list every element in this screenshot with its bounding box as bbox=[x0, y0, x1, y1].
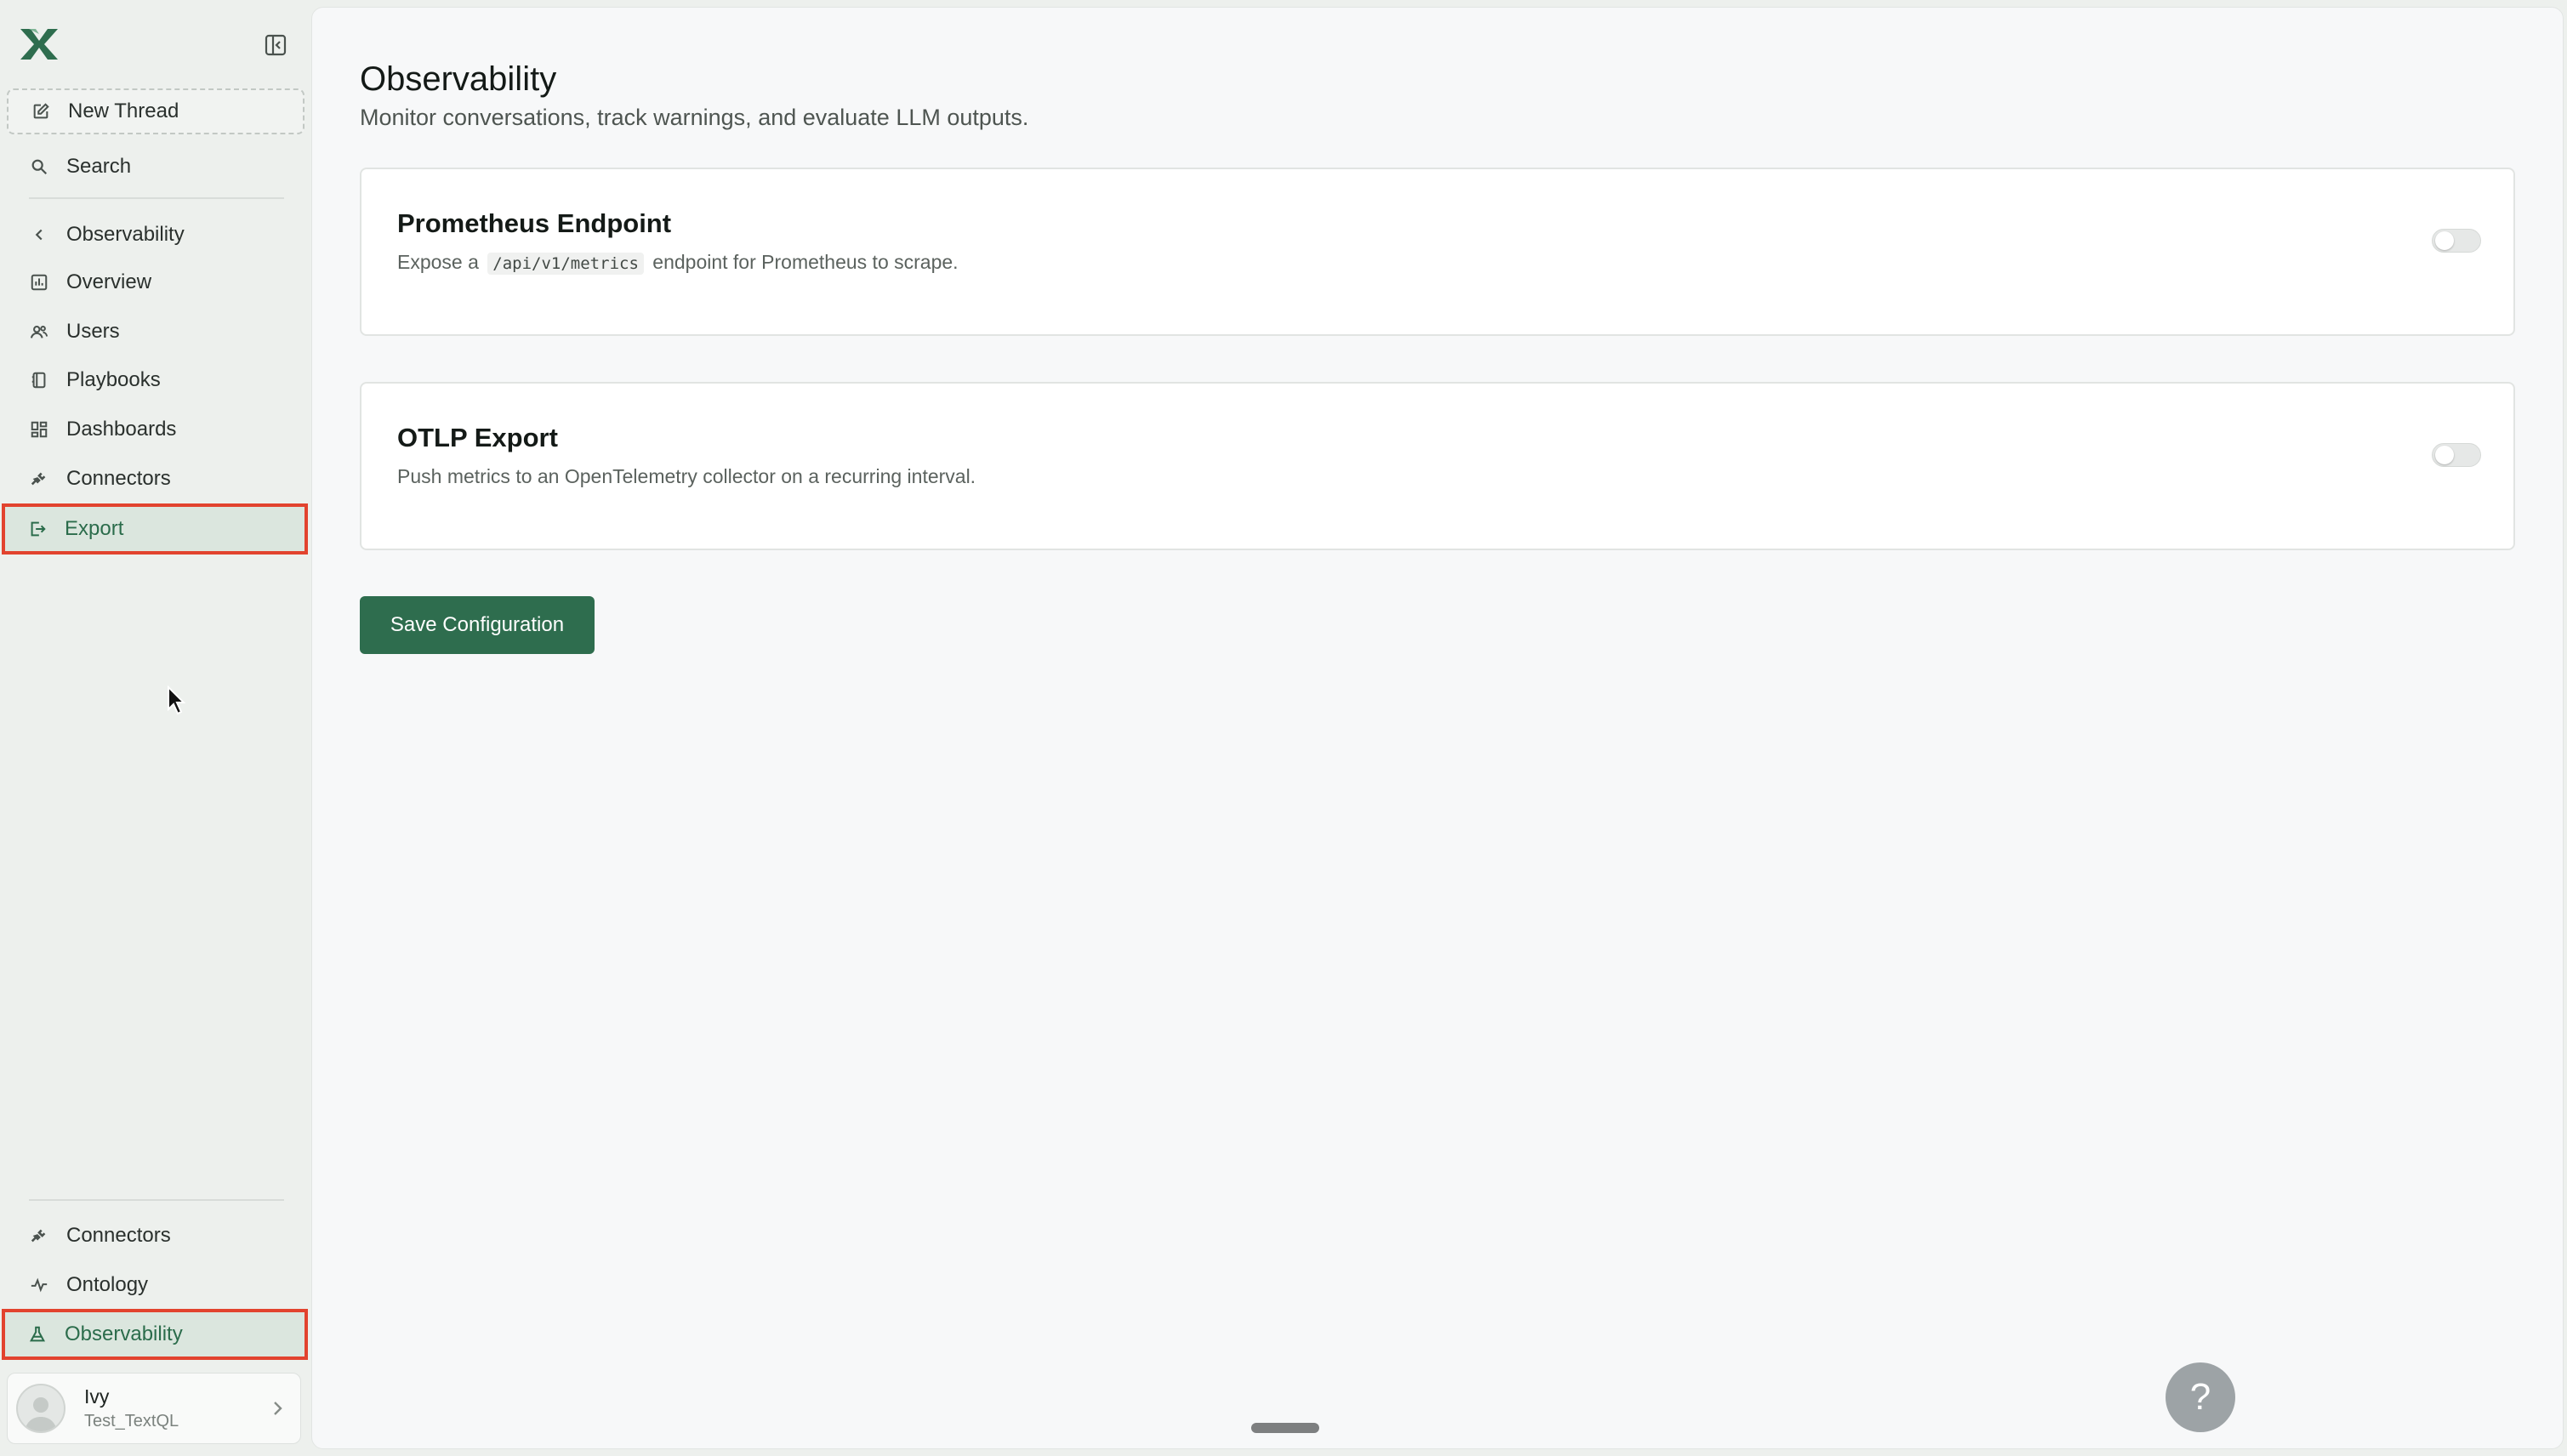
sidebar-collapse-icon[interactable] bbox=[260, 31, 291, 60]
users-icon bbox=[29, 321, 49, 342]
app-window: New Thread Search Observability Overview bbox=[0, 0, 2567, 1456]
sidebar-item-label: Observability bbox=[65, 1322, 183, 1345]
grid-icon bbox=[29, 419, 49, 440]
sidebar-item-label: Ontology bbox=[66, 1273, 149, 1296]
sidebar-item-dashboards[interactable]: Dashboards bbox=[7, 407, 305, 452]
sidebar-item-export[interactable]: Export bbox=[2, 503, 308, 555]
sidebar-item-label: Playbooks bbox=[66, 368, 161, 391]
toggle-knob bbox=[2435, 231, 2454, 250]
desc-prefix: Expose a bbox=[397, 251, 479, 273]
flask-icon bbox=[27, 1324, 48, 1345]
resize-handle[interactable] bbox=[1251, 1423, 1319, 1433]
search-label: Search bbox=[66, 155, 132, 178]
page-subtitle: Monitor conversations, track warnings, a… bbox=[360, 105, 1029, 130]
search-button[interactable]: Search bbox=[7, 145, 305, 189]
plug-icon bbox=[29, 1226, 49, 1246]
prometheus-endpoint-card: Prometheus Endpoint Expose a /api/v1/met… bbox=[360, 168, 2515, 336]
card-title: OTLP Export bbox=[397, 423, 558, 452]
save-configuration-button[interactable]: Save Configuration bbox=[360, 596, 595, 654]
otlp-export-card: OTLP Export Push metrics to an OpenTelem… bbox=[360, 382, 2515, 550]
sidebar-item-label: Users bbox=[66, 320, 120, 343]
sidebar-divider bbox=[29, 1199, 284, 1201]
user-org: Test_TextQL bbox=[84, 1412, 179, 1430]
sidebar-item-playbooks[interactable]: Playbooks bbox=[7, 358, 305, 402]
search-icon bbox=[29, 156, 49, 177]
sidebar-item-label: Export bbox=[65, 517, 124, 540]
sidebar-bottom-ontology[interactable]: Ontology bbox=[7, 1263, 305, 1307]
plug-icon bbox=[29, 469, 49, 489]
sidebar-bottom-observability[interactable]: Observability bbox=[2, 1309, 308, 1360]
sidebar-item-overview[interactable]: Overview bbox=[7, 260, 305, 304]
sidebar-item-label: Overview bbox=[66, 270, 152, 293]
mouse-cursor-icon bbox=[167, 685, 187, 716]
sidebar-item-users[interactable]: Users bbox=[7, 310, 305, 354]
export-icon bbox=[27, 519, 48, 539]
back-label: Observability bbox=[66, 223, 185, 246]
chart-bar-icon bbox=[29, 272, 49, 293]
otlp-toggle[interactable] bbox=[2432, 443, 2481, 467]
main-panel: Observability Monitor conversations, tra… bbox=[311, 7, 2564, 1449]
card-title: Prometheus Endpoint bbox=[397, 208, 672, 238]
edit-icon bbox=[31, 101, 51, 122]
endpoint-path-code: /api/v1/metrics bbox=[487, 253, 644, 275]
prometheus-toggle[interactable] bbox=[2432, 229, 2481, 253]
sidebar-item-label: Dashboards bbox=[66, 418, 177, 441]
help-button[interactable]: ? bbox=[2166, 1362, 2235, 1432]
card-description: Expose a /api/v1/metrics endpoint for Pr… bbox=[397, 251, 959, 275]
sidebar-item-label: Connectors bbox=[66, 467, 171, 490]
chevron-left-icon bbox=[29, 225, 49, 245]
user-name: Ivy bbox=[84, 1385, 110, 1408]
book-icon bbox=[29, 370, 49, 390]
sidebar-bottom-connectors[interactable]: Connectors bbox=[7, 1214, 305, 1258]
sidebar-divider bbox=[29, 197, 284, 199]
toggle-knob bbox=[2435, 446, 2454, 464]
avatar bbox=[16, 1384, 65, 1433]
page-title: Observability bbox=[360, 60, 557, 98]
back-to-observability[interactable]: Observability bbox=[7, 213, 305, 257]
ontology-icon bbox=[29, 1275, 49, 1295]
new-thread-label: New Thread bbox=[68, 100, 179, 122]
desc-suffix: endpoint for Prometheus to scrape. bbox=[652, 251, 959, 273]
card-description: Push metrics to an OpenTelemetry collect… bbox=[397, 465, 976, 487]
logo-icon[interactable] bbox=[17, 26, 61, 63]
sidebar-item-connectors[interactable]: Connectors bbox=[7, 457, 305, 501]
user-menu[interactable]: Ivy Test_TextQL bbox=[7, 1373, 301, 1444]
new-thread-button[interactable]: New Thread bbox=[7, 88, 305, 134]
sidebar: New Thread Search Observability Overview bbox=[0, 0, 311, 1456]
sidebar-item-label: Connectors bbox=[66, 1224, 171, 1247]
chevron-right-icon bbox=[268, 1397, 287, 1424]
